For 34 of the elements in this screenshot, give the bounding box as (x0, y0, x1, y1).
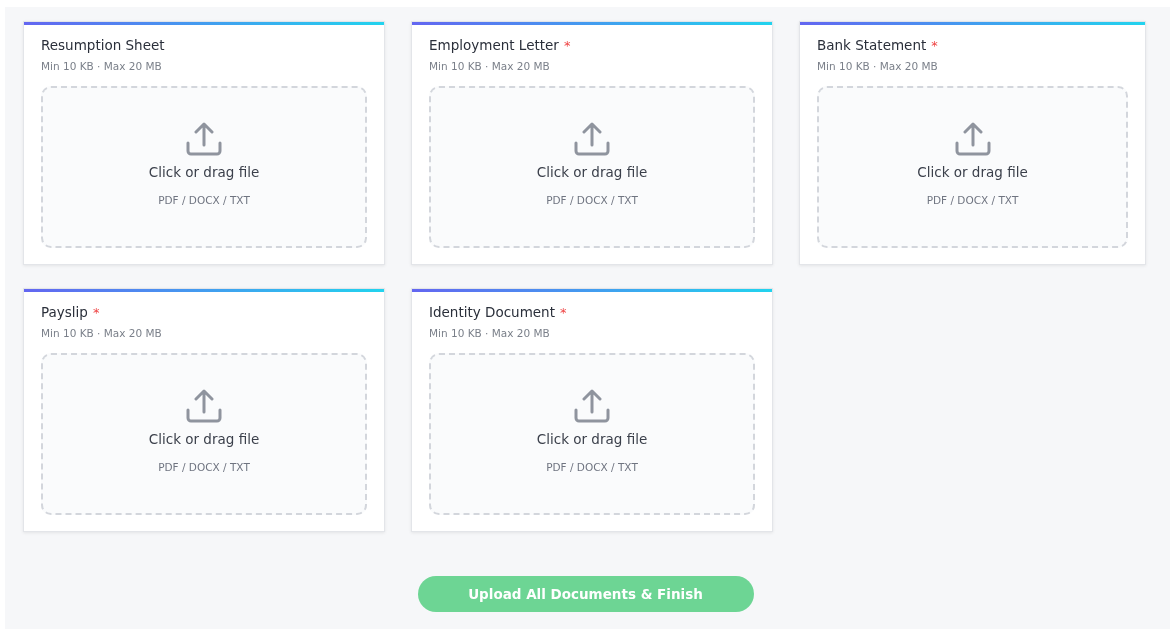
card-title: Identity Document (429, 304, 555, 320)
size-limits: Min 10 KB · Max 20 MB (429, 327, 551, 339)
drop-prompt: Click or drag file (536, 164, 648, 180)
file-formats: PDF / DOCX / TXT (158, 461, 250, 473)
upload-icon (953, 122, 992, 156)
upload-icon (185, 122, 223, 156)
file-formats: PDF / DOCX / TXT (546, 461, 638, 473)
drop-prompt: Click or drag file (917, 164, 1028, 180)
card-title: Employment Letter (429, 37, 559, 53)
size-limits: Min 10 KB · Max 20 MB (41, 60, 163, 72)
card-title: Resumption Sheet (41, 37, 165, 53)
file-formats: PDF / DOCX / TXT (926, 194, 1019, 206)
drop-zone[interactable]: Click or drag file PDF / DOCX / TXT (41, 86, 367, 248)
required-mark: * (563, 38, 571, 53)
file-formats: PDF / DOCX / TXT (158, 194, 250, 206)
drop-prompt: Click or drag file (148, 431, 260, 447)
upload-icon (185, 389, 223, 423)
card-title: Bank Statement (817, 37, 927, 53)
size-limits: Min 10 KB · Max 20 MB (429, 60, 551, 72)
drop-zone[interactable]: Click or drag file PDF / DOCX / TXT (429, 353, 755, 515)
required-mark: * (92, 305, 100, 320)
required-mark: * (560, 305, 567, 320)
required-mark: * (931, 38, 938, 53)
drop-zone[interactable]: Click or drag file PDF / DOCX / TXT (817, 86, 1128, 248)
drop-zone[interactable]: Click or drag file PDF / DOCX / TXT (429, 86, 755, 248)
size-limits: Min 10 KB · Max 20 MB (41, 327, 163, 339)
upload-icon (573, 389, 611, 423)
drop-prompt: Click or drag file (536, 431, 648, 447)
size-limits: Min 10 KB · Max 20 MB (817, 60, 939, 72)
upload-icon (573, 122, 611, 156)
drop-zone[interactable]: Click or drag file PDF / DOCX / TXT (41, 353, 367, 515)
drop-prompt: Click or drag file (148, 164, 260, 180)
card-title: Payslip (41, 304, 88, 320)
file-formats: PDF / DOCX / TXT (546, 194, 638, 206)
